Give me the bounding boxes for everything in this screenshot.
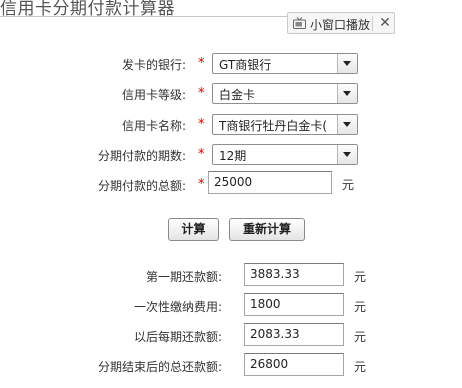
mini-window-separator (372, 16, 373, 31)
fee-field[interactable]: 1800 (244, 293, 344, 316)
mini-window-label[interactable]: 小窗口播放 (310, 16, 370, 33)
later-payment-label: 以后每期还款额: (133, 330, 222, 344)
tv-icon (293, 17, 306, 29)
total-amount-input[interactable]: 25000 (208, 171, 332, 194)
required-mark: * (198, 177, 205, 192)
first-payment-field[interactable]: 3883.33 (244, 263, 344, 286)
total-amount-unit: 元 (342, 178, 355, 192)
total-after-label: 分期结束后的总还款额: (97, 360, 222, 374)
calculate-button[interactable]: 计算 (168, 218, 219, 241)
recalculate-button[interactable]: 重新计算 (229, 218, 305, 241)
bank-select-value: GT商银行 (219, 58, 272, 72)
card-level-label: 信用卡等级: (121, 88, 186, 102)
fee-unit: 元 (354, 300, 367, 314)
later-payment-field[interactable]: 2083.33 (244, 323, 344, 346)
dropdown-arrow-icon[interactable] (337, 54, 357, 73)
bank-select[interactable]: GT商银行 (212, 53, 358, 74)
periods-select[interactable]: 12期 (212, 144, 358, 165)
dropdown-arrow-icon[interactable] (337, 84, 357, 103)
dropdown-arrow-icon[interactable] (337, 115, 357, 134)
later-payment-unit: 元 (354, 330, 367, 344)
bank-label: 发卡的银行: (121, 58, 186, 72)
card-name-select-value: T商银行牡丹白金卡( (219, 119, 328, 133)
required-mark: * (198, 56, 205, 71)
card-level-select[interactable]: 白金卡 (212, 83, 358, 104)
first-payment-unit: 元 (354, 270, 367, 284)
card-level-select-value: 白金卡 (219, 88, 256, 102)
close-icon[interactable]: ✕ (376, 13, 394, 33)
total-after-value: 26800 (250, 357, 289, 371)
first-payment-label: 第一期还款额: (145, 270, 222, 284)
fee-value: 1800 (250, 297, 281, 311)
periods-label: 分期付款的期数: (97, 149, 186, 163)
required-mark: * (198, 117, 205, 132)
card-name-select[interactable]: T商银行牡丹白金卡( (212, 114, 358, 135)
card-name-label: 信用卡名称: (121, 119, 186, 133)
later-payment-value: 2083.33 (250, 327, 300, 341)
required-mark: * (198, 147, 205, 162)
total-after-field[interactable]: 26800 (244, 353, 344, 376)
total-amount-label: 分期付款的总额: (97, 179, 186, 193)
title-divider (0, 16, 300, 17)
total-after-unit: 元 (354, 360, 367, 374)
fee-label: 一次性缴纳费用: (133, 300, 222, 314)
required-mark: * (198, 86, 205, 101)
mini-window-bar[interactable]: 小窗口播放 ✕ (287, 12, 395, 34)
periods-select-value: 12期 (219, 149, 247, 163)
total-amount-value[interactable]: 25000 (214, 175, 252, 189)
dropdown-arrow-icon[interactable] (337, 145, 357, 164)
first-payment-value: 3883.33 (250, 267, 300, 281)
